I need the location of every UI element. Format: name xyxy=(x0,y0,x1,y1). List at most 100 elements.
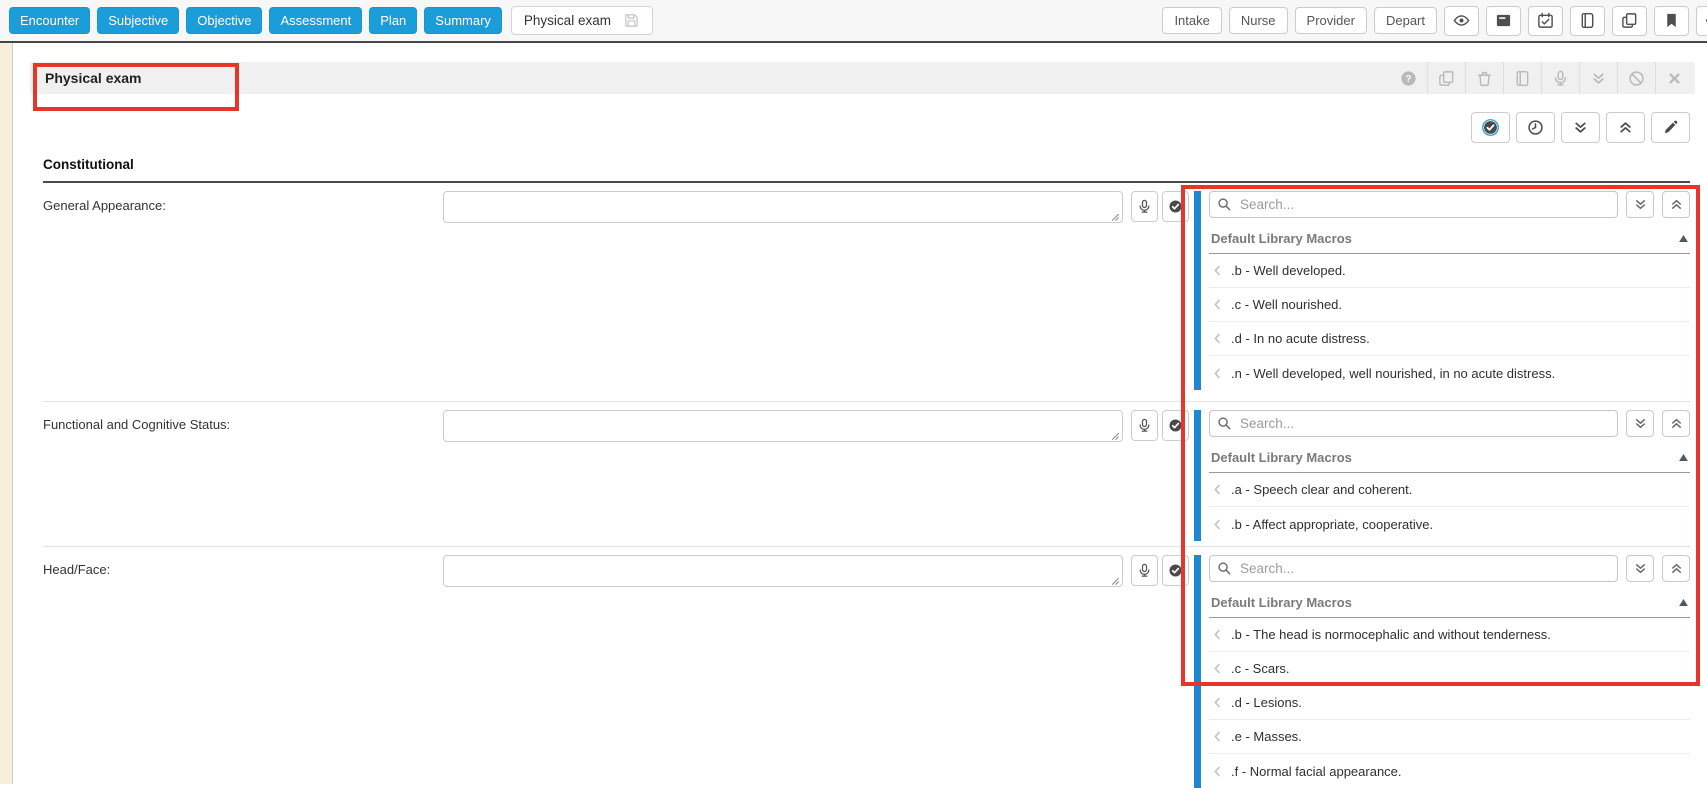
double-chevron-down-icon xyxy=(1633,197,1648,212)
collapse-macros-button[interactable] xyxy=(1662,191,1690,218)
exam-textarea[interactable] xyxy=(443,410,1123,442)
library-section-button[interactable] xyxy=(1503,62,1541,94)
history-button[interactable] xyxy=(1516,112,1555,143)
macro-item[interactable]: .e - Masses. xyxy=(1209,720,1690,754)
double-chevron-down-icon xyxy=(1590,70,1607,87)
chevron-left-icon xyxy=(1211,662,1224,675)
macro-item[interactable]: .a - Speech clear and coherent. xyxy=(1209,473,1690,507)
macro-group-title: Default Library Macros xyxy=(1211,231,1352,246)
macro-panel: Default Library Macros .b - The head is … xyxy=(1194,555,1690,788)
nav-button-objective[interactable]: Objective xyxy=(186,7,262,34)
section-title-constitutional: Constitutional xyxy=(43,157,1690,183)
collapse-macros-button[interactable] xyxy=(1662,410,1690,437)
macro-item[interactable]: .n - Well developed, well nourished, in … xyxy=(1209,356,1690,390)
macro-item[interactable]: .d - Lesions. xyxy=(1209,686,1690,720)
mark-normal-button[interactable] xyxy=(1162,191,1189,222)
nav-button-subjective[interactable]: Subjective xyxy=(97,7,179,34)
macro-search-input[interactable] xyxy=(1209,410,1618,437)
resize-handle-icon[interactable] xyxy=(1110,212,1120,222)
archive-button[interactable] xyxy=(1486,6,1521,36)
schedule-button[interactable] xyxy=(1528,6,1563,36)
resize-handle-icon[interactable] xyxy=(1110,576,1120,586)
dictate-section-button[interactable] xyxy=(1541,62,1579,94)
nav-button-assessment[interactable]: Assessment xyxy=(269,7,362,34)
collapse-macros-button[interactable] xyxy=(1662,555,1690,582)
role-button-provider[interactable]: Provider xyxy=(1295,7,1367,34)
macro-group-header[interactable]: Default Library Macros xyxy=(1209,227,1690,254)
trash-icon xyxy=(1476,70,1493,87)
expand-macros-button[interactable] xyxy=(1626,191,1654,218)
mark-normal-button[interactable] xyxy=(1162,555,1189,586)
triangle-up-icon xyxy=(1679,599,1688,606)
collapse-section-button[interactable] xyxy=(1579,62,1617,94)
search-icon xyxy=(1217,197,1232,212)
macro-list: .b - Well developed. .c - Well nourished… xyxy=(1209,254,1690,390)
double-chevron-up-icon xyxy=(1669,561,1684,576)
exam-textarea[interactable] xyxy=(443,555,1123,587)
resize-handle-icon[interactable] xyxy=(1110,431,1120,441)
calendar-check-icon xyxy=(1537,12,1554,29)
chevron-left-icon xyxy=(1211,628,1224,641)
collapsed-sidebar-strip xyxy=(0,43,13,784)
nav-button-plan[interactable]: Plan xyxy=(369,7,417,34)
top-toolbar: Encounter Subjective Objective Assessmen… xyxy=(0,0,1707,43)
macro-list: .b - The head is normocephalic and witho… xyxy=(1209,618,1690,788)
document-tab-label: Physical exam xyxy=(524,13,611,28)
collapse-all-button[interactable] xyxy=(1606,112,1645,143)
chevron-left-icon xyxy=(1211,730,1224,743)
nav-button-encounter[interactable]: Encounter xyxy=(9,7,90,34)
role-button-intake[interactable]: Intake xyxy=(1162,7,1221,34)
preview-button[interactable] xyxy=(1444,6,1479,36)
chevron-left-icon xyxy=(1211,518,1224,531)
macro-search-wrap xyxy=(1209,410,1618,437)
library-button[interactable] xyxy=(1570,6,1605,36)
macro-item[interactable]: .b - Affect appropriate, cooperative. xyxy=(1209,507,1690,541)
topbar-right-group: Intake Nurse Provider Depart xyxy=(1162,6,1707,36)
mark-normal-button[interactable] xyxy=(1162,410,1189,441)
exam-textarea[interactable] xyxy=(443,191,1123,223)
macro-search-input[interactable] xyxy=(1209,191,1618,218)
expand-all-button[interactable] xyxy=(1561,112,1600,143)
copy-pages-icon xyxy=(1438,70,1455,87)
macro-item[interactable]: .f - Normal facial appearance. xyxy=(1209,754,1690,788)
expand-macros-button[interactable] xyxy=(1626,410,1654,437)
macro-search-input[interactable] xyxy=(1209,555,1618,582)
field-label: General Appearance: xyxy=(43,191,443,213)
macro-item[interactable]: .b - The head is normocephalic and witho… xyxy=(1209,618,1690,652)
macro-item[interactable]: .b - Well developed. xyxy=(1209,254,1690,288)
eye-icon xyxy=(1453,12,1470,29)
bookmark-button[interactable] xyxy=(1654,6,1689,36)
copy-button[interactable] xyxy=(1612,6,1647,36)
role-button-depart[interactable]: Depart xyxy=(1374,7,1437,34)
mark-reviewed-button[interactable] xyxy=(1471,112,1510,143)
microphone-icon xyxy=(1137,563,1152,578)
macro-group-title: Default Library Macros xyxy=(1211,450,1352,465)
nav-button-summary[interactable]: Summary xyxy=(424,7,502,34)
dictation-button[interactable] xyxy=(1131,191,1158,222)
help-button[interactable] xyxy=(1389,62,1427,94)
settings-button[interactable] xyxy=(1696,6,1707,36)
double-chevron-up-icon xyxy=(1669,197,1684,212)
disable-section-button[interactable] xyxy=(1617,62,1655,94)
macro-item[interactable]: .c - Scars. xyxy=(1209,652,1690,686)
macro-group-title: Default Library Macros xyxy=(1211,595,1352,610)
macro-group-header[interactable]: Default Library Macros xyxy=(1209,591,1690,618)
copy-section-button[interactable] xyxy=(1427,62,1465,94)
macro-item[interactable]: .c - Well nourished. xyxy=(1209,288,1690,322)
chevron-left-icon xyxy=(1211,332,1224,345)
close-icon xyxy=(1666,70,1683,87)
exam-toolbar xyxy=(13,112,1690,143)
dictation-button[interactable] xyxy=(1131,555,1158,586)
copy-pages-icon xyxy=(1621,12,1638,29)
expand-macros-button[interactable] xyxy=(1626,555,1654,582)
close-section-button[interactable] xyxy=(1655,62,1693,94)
delete-section-button[interactable] xyxy=(1465,62,1503,94)
clock-icon xyxy=(1527,119,1544,136)
macro-group-header[interactable]: Default Library Macros xyxy=(1209,446,1690,473)
role-button-nurse[interactable]: Nurse xyxy=(1229,7,1288,34)
dictation-button[interactable] xyxy=(1131,410,1158,441)
macro-item[interactable]: .d - In no acute distress. xyxy=(1209,322,1690,356)
document-tab-physical-exam[interactable]: Physical exam xyxy=(511,6,653,35)
check-circle-icon xyxy=(1168,418,1183,433)
edit-button[interactable] xyxy=(1651,112,1690,143)
